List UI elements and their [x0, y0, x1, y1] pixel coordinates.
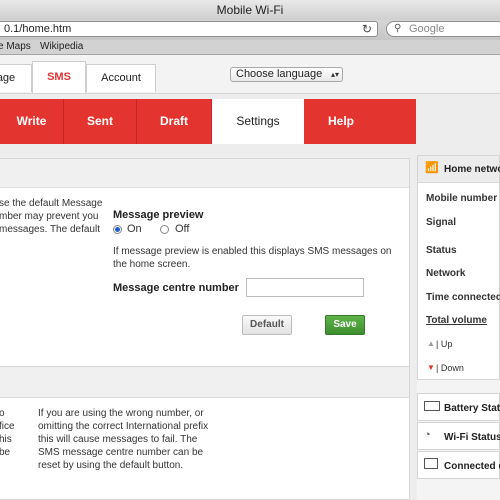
tab-write[interactable]: Write [0, 99, 64, 144]
search-icon: ⚲ [394, 23, 402, 34]
left-frag-2: fice [0, 421, 15, 432]
help-line-1: If you are using the wrong number, or [38, 408, 204, 419]
tab-sent[interactable]: Sent [64, 99, 137, 144]
help-panel-header [0, 367, 409, 398]
wifi-status-title: Wi-Fi Status [444, 432, 500, 443]
monitor-icon [424, 458, 438, 469]
time-connected-label: Time connected [426, 292, 500, 303]
url-field[interactable]: 0.1/home.htm [0, 21, 378, 37]
battery-status-box[interactable]: Battery Statu [417, 393, 500, 421]
help-panel: o fice his be If you are using the wrong… [0, 366, 410, 500]
sms-nav-bar: Write Sent Draft Settings Help [0, 99, 416, 144]
top-tab-bar: age SMS Account Choose language ▴▾ [0, 55, 500, 94]
battery-icon [424, 401, 440, 411]
home-network-box: 📶 Home netwo Mobile number Signal Status… [417, 155, 500, 380]
search-placeholder: Google [409, 23, 445, 35]
tab-draft[interactable]: Draft [137, 99, 212, 144]
save-button[interactable]: Save [325, 315, 365, 335]
left-help-line-3: messages. The default [0, 224, 100, 235]
window-title: Mobile Wi-Fi [216, 3, 284, 17]
language-select[interactable]: Choose language ▴▾ [230, 67, 343, 82]
home-network-header: 📶 Home netwo [418, 156, 500, 183]
help-line-4: SMS message centre number can be [38, 447, 204, 458]
connected-devices-title: Connected d [444, 461, 500, 472]
wifi-icon: ◔ [424, 429, 431, 441]
network-label: Network [426, 268, 466, 279]
help-line-2: omitting the correct International prefi… [38, 421, 209, 432]
centre-number-input[interactable] [246, 278, 364, 297]
home-network-title: Home netwo [444, 164, 500, 175]
mobile-number-label: Mobile number [426, 193, 498, 204]
preview-title: Message preview [113, 209, 204, 221]
centre-number-label: Message centre number [113, 282, 239, 294]
reload-icon[interactable]: ↻ [362, 22, 372, 36]
battery-status-title: Battery Statu [444, 403, 500, 414]
status-sidebar: 📶 Home netwo Mobile number Signal Status… [417, 155, 500, 500]
tab-help[interactable]: Help [304, 99, 378, 144]
left-help-line-1: se the default Message [0, 198, 103, 209]
signal-label: Signal [426, 217, 457, 228]
page: age SMS Account Choose language ▴▾ Write… [0, 55, 500, 500]
up-arrow-icon: ▲ [427, 339, 435, 348]
settings-panel: se the default Message mber may prevent … [0, 158, 410, 369]
tab-sms[interactable]: SMS [32, 61, 86, 93]
down-label: | Down [436, 363, 464, 373]
help-line-3: this will cause messages to fail. The [38, 434, 198, 445]
wifi-status-box[interactable]: ◔ Wi-Fi Status [417, 422, 500, 450]
left-frag-4: be [0, 447, 11, 458]
browser-toolbar: 0.1/home.htm ↻ ⚲ Google [0, 20, 500, 40]
settings-panel-header [0, 159, 409, 188]
window-titlebar: Mobile Wi-Fi [0, 0, 500, 21]
select-arrows-icon: ▴▾ [330, 70, 339, 79]
down-arrow-icon: ▼ [427, 363, 435, 372]
total-volume-link[interactable]: Total volume [426, 315, 487, 326]
left-frag-3: his [0, 434, 12, 445]
left-frag-1: o [0, 408, 5, 419]
bookmark-wikipedia[interactable]: Wikipedia [40, 41, 83, 52]
preview-on-radio[interactable] [113, 225, 122, 234]
left-help-line-2: mber may prevent you [0, 211, 99, 222]
preview-help-line-2: the home screen. [113, 259, 191, 270]
search-field[interactable]: ⚲ Google [386, 21, 500, 37]
default-button[interactable]: Default [242, 315, 292, 335]
help-line-5: reset by using the default button. [38, 460, 184, 471]
tab-homepage[interactable]: age [0, 64, 32, 92]
antenna-icon: 📶 [425, 162, 439, 174]
status-label: Status [426, 245, 457, 256]
connected-devices-box[interactable]: Connected d [417, 451, 500, 479]
tab-settings[interactable]: Settings [212, 99, 304, 144]
preview-off-radio[interactable] [160, 225, 169, 234]
tab-account[interactable]: Account [86, 64, 156, 92]
preview-off-label: Off [175, 223, 190, 235]
bookmarks-bar: e Maps Wikipedia [0, 40, 500, 55]
language-select-value: Choose language [236, 68, 323, 80]
preview-help-line-1: If message preview is enabled this displ… [113, 246, 392, 257]
up-label: | Up [436, 339, 453, 349]
bookmark-maps[interactable]: e Maps [0, 41, 31, 52]
preview-on-label: On [127, 223, 142, 235]
